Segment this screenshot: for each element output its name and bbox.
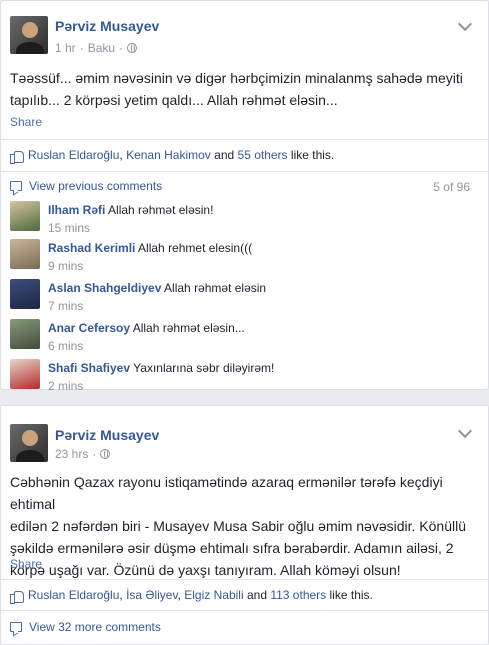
post-text-line: tapılıb... 2 körpəsi yetim qaldı... Alla… <box>10 92 338 108</box>
post-meta: 1 hr · Baku · <box>55 41 138 55</box>
view-more-comments[interactable]: View 32 more comments <box>10 620 161 634</box>
chevron-down-icon[interactable] <box>457 16 473 32</box>
commenter-avatar[interactable] <box>10 239 40 269</box>
comment-text: Yaxınlarına səbr diləyirəm! <box>133 361 275 375</box>
comment-item: Rashad Kerimli Allah rehmet elesin((( 9 … <box>10 239 480 279</box>
post-card: Pərviz Musayev 1 hr · Baku · Təəssüf... … <box>0 0 489 393</box>
author-avatar[interactable] <box>10 424 48 462</box>
comment-body: Anar Cefersoy Allah rəhmət eləsin... <box>48 321 245 335</box>
view-previous-comments[interactable]: View previous comments <box>10 179 162 193</box>
commenter-avatar[interactable] <box>10 359 40 389</box>
comment-count: 5 of 96 <box>433 180 470 194</box>
likes-others-link[interactable]: 113 others <box>270 588 326 602</box>
comment-body: Shafi Shafiyev Yaxınlarına səbr diləyirə… <box>48 361 274 375</box>
divider <box>1 610 488 611</box>
liker-name[interactable]: İsa Əliyev <box>126 588 178 602</box>
comment-item: Shafi Shafiyev Yaxınlarına səbr diləyirə… <box>10 359 480 399</box>
liker-name[interactable]: Elgiz Nabili <box>184 588 243 602</box>
comment-text: Allah rəhmət eləsin... <box>132 321 245 335</box>
post-meta: 23 hrs · <box>55 447 111 461</box>
author-name[interactable]: Pərviz Musayev <box>55 18 159 34</box>
post-time[interactable]: 23 hrs <box>55 447 88 461</box>
comment-text: Allah rəhmət eləsin <box>164 281 267 295</box>
likes-summary: Ruslan Eldaroğlu, İsa Əliyev, Elgiz Nabi… <box>10 588 373 604</box>
like-thumb-icon <box>10 589 24 604</box>
view-previous-label[interactable]: View previous comments <box>29 179 162 193</box>
likes-suffix: like this. <box>290 148 335 162</box>
post-text-line: şəkildə ermənilərə əsir düşmə ehtimalı s… <box>10 540 454 556</box>
like-thumb-icon <box>10 149 24 164</box>
comment-body: Rashad Kerimli Allah rehmet elesin((( <box>48 241 252 255</box>
liker-name[interactable]: Ruslan Eldaroğlu <box>28 588 119 602</box>
post-card: Pərviz Musayev 23 hrs · Cəbhənin Qazax r… <box>0 405 489 645</box>
likes-suffix: like this. <box>329 588 373 602</box>
post-location[interactable]: Baku <box>88 41 115 55</box>
liker-name[interactable]: Ruslan Eldaroğlu <box>28 148 119 162</box>
view-more-label[interactable]: View 32 more comments <box>29 620 161 634</box>
commenter-avatar[interactable] <box>10 279 40 309</box>
post-text-line: Təəssüf... əmim nəvəsinin və digər hərbç… <box>10 70 463 86</box>
post-text: Cəbhənin Qazax rayonu istiqamətində azar… <box>10 471 488 581</box>
likes-comma: , <box>177 588 181 602</box>
comment-body: Ilham Rəfi Allah rəhmət eləsin! <box>48 203 213 217</box>
likes-others-link[interactable]: 55 others <box>238 148 288 162</box>
post-text-line: edilən 2 nəfərdən biri - Musayev Musa Sa… <box>10 518 467 534</box>
comment-icon <box>10 622 22 632</box>
comment-time[interactable]: 6 mins <box>48 339 83 353</box>
meta-separator: · <box>119 41 124 55</box>
meta-separator: · <box>79 41 84 55</box>
likes-and: and <box>214 148 235 162</box>
commenter-name[interactable]: Ilham Rəfi <box>48 203 105 217</box>
likes-summary: Ruslan Eldaroğlu, Kenan Hakimov and 55 o… <box>10 148 335 164</box>
comment-item: Aslan Shahgeldiyev Allah rəhmət eləsin 7… <box>10 279 480 319</box>
divider <box>1 579 488 580</box>
likes-and: and <box>246 588 267 602</box>
share-link[interactable]: Share <box>10 115 42 129</box>
comment-item: Anar Cefersoy Allah rəhmət eləsin... 6 m… <box>10 319 480 359</box>
post-text-line: Cəbhənin Qazax rayonu istiqamətində azar… <box>10 474 443 512</box>
likes-comma: , <box>119 588 123 602</box>
meta-separator: · <box>92 447 97 461</box>
author-avatar[interactable] <box>10 16 48 54</box>
post-text-line: körpə uşağı var. Özünü də yaxşı tanıyıra… <box>10 562 401 578</box>
likes-comma: , <box>119 148 123 162</box>
commenter-name[interactable]: Anar Cefersoy <box>48 321 130 335</box>
globe-icon <box>100 449 111 459</box>
liker-name[interactable]: Kenan Hakimov <box>126 148 211 162</box>
chevron-down-icon[interactable] <box>457 423 473 439</box>
comment-time[interactable]: 7 mins <box>48 299 83 313</box>
commenter-avatar[interactable] <box>10 319 40 349</box>
globe-icon <box>127 43 138 53</box>
comment-text: Allah rehmet elesin((( <box>138 241 253 255</box>
author-name[interactable]: Pərviz Musayev <box>55 427 159 443</box>
comment-item: Ilham Rəfi Allah rəhmət eləsin! 15 mins <box>10 201 480 241</box>
post-text: Təəssüf... əmim nəvəsinin və digər hərbç… <box>10 67 463 111</box>
commenter-name[interactable]: Shafi Shafiyev <box>48 361 130 375</box>
divider <box>1 139 488 140</box>
comment-icon <box>10 181 22 191</box>
commenter-name[interactable]: Aslan Shahgeldiyev <box>48 281 161 295</box>
commenter-avatar[interactable] <box>10 201 40 231</box>
share-link[interactable]: Share <box>10 557 42 571</box>
comment-text: Allah rəhmət eləsin! <box>108 203 214 217</box>
divider <box>1 171 488 172</box>
commenter-name[interactable]: Rashad Kerimli <box>48 241 135 255</box>
comment-body: Aslan Shahgeldiyev Allah rəhmət eləsin <box>48 281 266 295</box>
comment-time[interactable]: 9 mins <box>48 259 83 273</box>
comment-time[interactable]: 2 mins <box>48 379 83 393</box>
comment-time[interactable]: 15 mins <box>48 221 90 235</box>
post-time[interactable]: 1 hr <box>55 41 76 55</box>
